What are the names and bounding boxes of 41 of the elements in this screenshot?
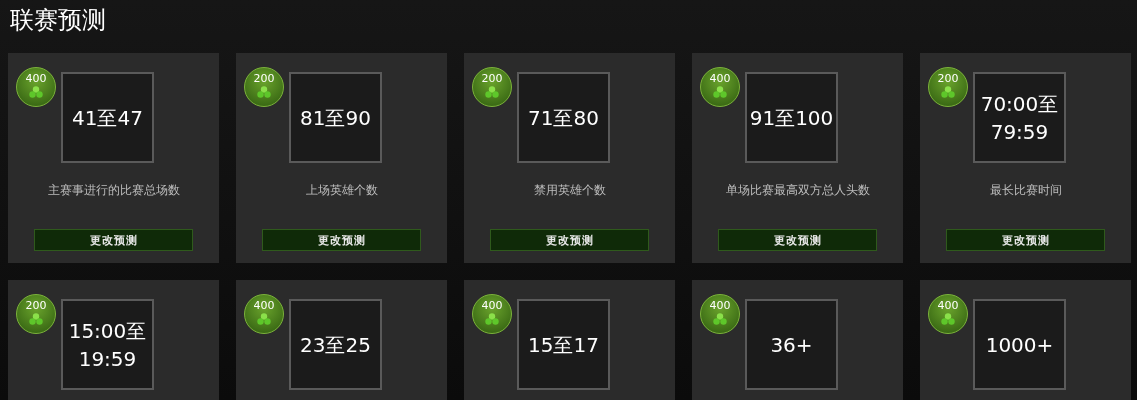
prediction-value: 81至90 bbox=[289, 72, 382, 163]
gem-icon bbox=[485, 313, 499, 325]
gem-icon bbox=[485, 86, 499, 98]
prediction-label: 上场英雄个数 bbox=[305, 182, 378, 199]
prediction-value: 91至100 bbox=[745, 72, 838, 163]
prediction-value: 71至80 bbox=[517, 72, 610, 163]
prediction-value: 41至47 bbox=[61, 72, 154, 163]
points-value: 200 bbox=[481, 72, 503, 85]
gem-icon bbox=[29, 86, 43, 98]
points-value: 400 bbox=[937, 299, 959, 312]
prediction-value: 36+ bbox=[745, 299, 838, 390]
points-value: 400 bbox=[709, 72, 731, 85]
prediction-label: 主赛事进行的比赛总场数 bbox=[47, 182, 180, 199]
prediction-value: 23至25 bbox=[289, 299, 382, 390]
gem-icon bbox=[29, 313, 43, 325]
gem-icon bbox=[257, 313, 271, 325]
prediction-value: 15:00至 19:59 bbox=[61, 299, 154, 390]
change-prediction-button[interactable]: 更改预测 bbox=[34, 229, 193, 251]
prediction-value: 15至17 bbox=[517, 299, 610, 390]
prediction-value: 70:00至 79:59 bbox=[973, 72, 1066, 163]
page-title: 联赛预测 bbox=[10, 5, 107, 36]
gem-icon bbox=[941, 86, 955, 98]
points-value: 200 bbox=[937, 72, 959, 85]
prediction-label: 单场比赛最高双方总人头数 bbox=[725, 182, 870, 199]
points-value: 200 bbox=[25, 299, 47, 312]
change-prediction-button[interactable]: 更改预测 bbox=[718, 229, 877, 251]
gem-icon bbox=[257, 86, 271, 98]
points-value: 400 bbox=[253, 299, 275, 312]
gem-icon bbox=[713, 313, 727, 325]
points-value: 400 bbox=[481, 299, 503, 312]
prediction-label: 禁用英雄个数 bbox=[533, 182, 606, 199]
prediction-value: 1000+ bbox=[973, 299, 1066, 390]
change-prediction-button[interactable]: 更改预测 bbox=[490, 229, 649, 251]
gem-icon bbox=[713, 86, 727, 98]
points-value: 200 bbox=[253, 72, 275, 85]
gem-icon bbox=[941, 313, 955, 325]
points-value: 400 bbox=[709, 299, 731, 312]
change-prediction-button[interactable]: 更改预测 bbox=[946, 229, 1105, 251]
prediction-label: 最长比赛时间 bbox=[989, 182, 1062, 199]
points-value: 400 bbox=[25, 72, 47, 85]
change-prediction-button[interactable]: 更改预测 bbox=[262, 229, 421, 251]
